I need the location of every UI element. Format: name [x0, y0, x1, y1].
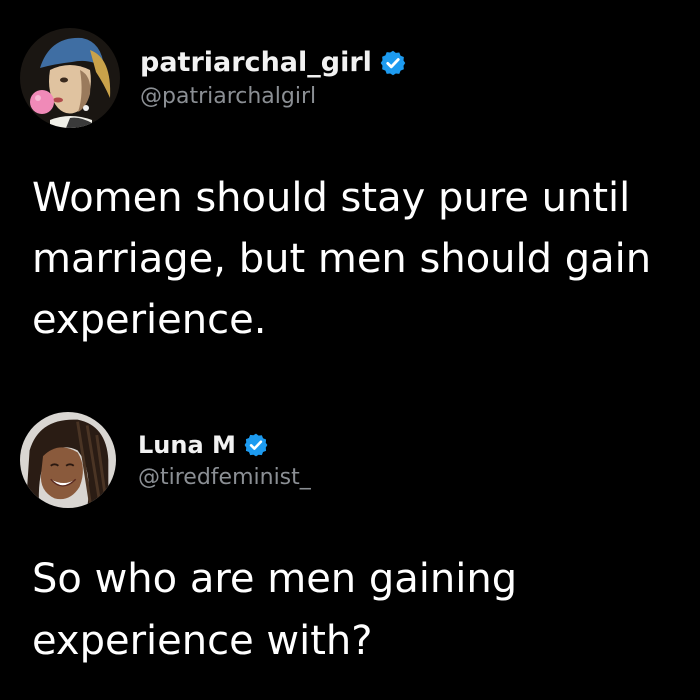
smiling-woman-avatar-icon [20, 412, 116, 508]
user-handle[interactable]: @tiredfeminist_ [138, 465, 311, 490]
tweet-header: patriarchal_girl @patriarchalgirl [20, 28, 407, 128]
avatar[interactable] [20, 412, 116, 508]
avatar[interactable] [20, 28, 120, 128]
verified-badge-icon [243, 432, 269, 458]
girl-with-pearl-earring-avatar-icon [20, 28, 120, 128]
verified-badge-icon [379, 49, 407, 77]
names-block: Luna M @tiredfeminist_ [138, 431, 311, 490]
tweet-text: Women should stay pure until marriage, b… [32, 175, 652, 343]
display-name[interactable]: Luna M [138, 431, 236, 459]
display-name-row: patriarchal_girl [140, 47, 407, 78]
user-handle[interactable]: @patriarchalgirl [140, 84, 407, 109]
tweet-header: Luna M @tiredfeminist_ [20, 412, 311, 508]
names-block: patriarchal_girl @patriarchalgirl [140, 47, 407, 109]
display-name-row: Luna M [138, 431, 311, 459]
display-name[interactable]: patriarchal_girl [140, 47, 372, 78]
tweet-text: So who are men gaining experience with? [32, 556, 518, 664]
